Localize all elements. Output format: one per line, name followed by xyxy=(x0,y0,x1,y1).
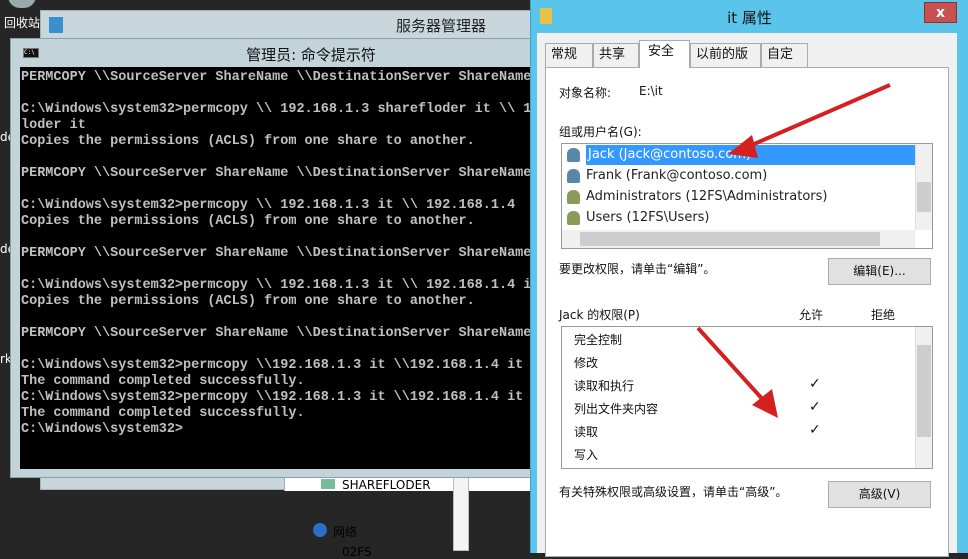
red-arrow xyxy=(696,326,767,404)
annotation-arrows xyxy=(696,83,891,418)
tab-security[interactable]: 安全 xyxy=(639,40,690,68)
red-arrow xyxy=(744,83,891,150)
red-arrow-head xyxy=(728,135,758,158)
